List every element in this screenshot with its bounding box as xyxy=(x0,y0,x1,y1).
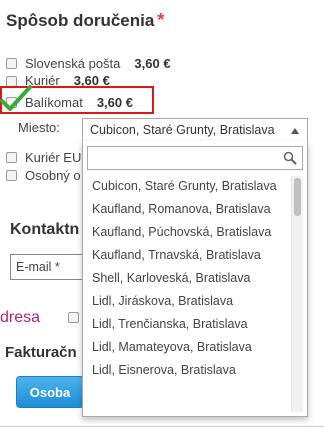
divider xyxy=(0,426,324,427)
osoba-button[interactable]: Osoba xyxy=(16,376,84,408)
dropdown-option[interactable]: Lidl, Eisnerova, Bratislava xyxy=(83,359,289,382)
option-label: Kuriér EU xyxy=(25,149,82,165)
chevron-up-icon[interactable] xyxy=(291,128,299,134)
billing-section-title: Fakturačn xyxy=(5,344,77,361)
option-label: Slovenská pošta xyxy=(25,55,121,71)
dropdown-option[interactable]: Lidl, Trenčianska, Bratislava xyxy=(83,313,289,336)
search-icon xyxy=(283,151,297,165)
dropdown-option[interactable]: Kaufland, Púchovská, Bratislava xyxy=(83,221,289,244)
dropdown-option[interactable]: Lidl, Jiráskova, Bratislava xyxy=(83,290,289,313)
option-label: Osobný o xyxy=(25,167,81,183)
select-value: Cubicon, Staré Grunty, Bratislava xyxy=(90,123,275,137)
checkmark-icon xyxy=(0,85,32,111)
option-price: 3,60 € xyxy=(134,55,171,71)
search-input[interactable] xyxy=(92,148,276,170)
address-label: dresa xyxy=(0,309,41,326)
checkbox[interactable] xyxy=(68,312,79,323)
miesto-select[interactable]: Cubicon, Staré Grunty, Bratislava xyxy=(82,118,308,142)
option-price: 3,60 € xyxy=(73,73,110,87)
miesto-label: Miesto: xyxy=(18,120,60,135)
contact-section-title: Kontaktn xyxy=(10,221,80,238)
title-text: Spôsob doručenia xyxy=(6,11,155,30)
checkbox[interactable] xyxy=(6,169,17,181)
shipping-option-osobny[interactable]: Osobný o xyxy=(6,166,81,184)
required-mark: * xyxy=(157,10,165,30)
dropdown-list: Cubicon, Staré Grunty, Bratislava Kaufla… xyxy=(83,175,289,415)
shipping-option-slovenska-posta[interactable]: Slovenská pošta 3,60 € xyxy=(6,54,171,72)
checkbox[interactable] xyxy=(6,57,17,69)
shipping-option-kurier-eu[interactable]: Kuriér EU xyxy=(6,148,81,166)
dropdown-option[interactable]: Kaufland, Romanova, Bratislava xyxy=(83,198,289,221)
email-placeholder: E-mail * xyxy=(16,260,60,274)
dropdown-option[interactable]: Cubicon, Staré Grunty, Bratislava xyxy=(83,175,289,198)
checkbox[interactable] xyxy=(6,151,17,163)
dropdown-option[interactable]: Lidl, Mamateyova, Bratislava xyxy=(83,336,289,359)
miesto-dropdown: Cubicon, Staré Grunty, Bratislava Kaufla… xyxy=(82,141,308,417)
dropdown-option[interactable]: Kaufland, Trnavská, Bratislava xyxy=(83,244,289,267)
dropdown-scrollbar[interactable] xyxy=(291,176,303,412)
scrollbar-thumb[interactable] xyxy=(294,178,301,216)
dropdown-search[interactable] xyxy=(87,146,303,170)
dropdown-option[interactable]: Shell, Karloveská, Bratislava xyxy=(83,267,289,290)
shipping-section-title: Spôsob doručenia * xyxy=(6,10,164,31)
